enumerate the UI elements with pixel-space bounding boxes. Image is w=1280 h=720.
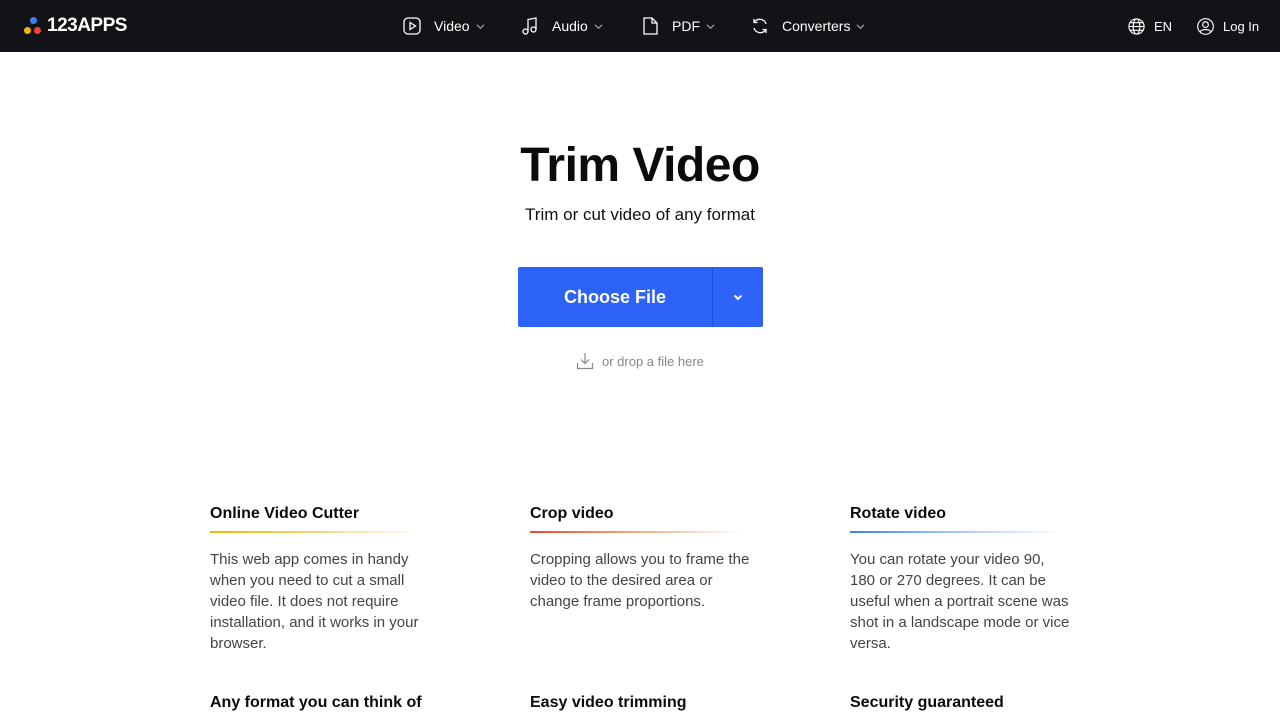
drop-hint-text: or drop a file here	[602, 353, 704, 369]
feature-title: Rotate video	[850, 505, 947, 522]
feature-title: Online Video Cutter	[210, 505, 360, 522]
language-label: EN	[1154, 18, 1173, 34]
document-icon	[643, 17, 658, 35]
nav-video[interactable]: Video	[402, 0, 485, 52]
language-selector[interactable]: EN	[1127, 0, 1172, 52]
user-icon	[1197, 17, 1214, 35]
play-square-icon	[403, 17, 421, 35]
logo-dots-icon	[24, 17, 43, 35]
globe-icon	[1128, 17, 1145, 35]
chevron-down-icon	[594, 23, 603, 29]
feature-accent-line	[530, 531, 742, 533]
feature-title: Any format you can think of	[210, 694, 422, 711]
choose-file-group: Choose File	[518, 267, 763, 327]
feature-title: Crop video	[530, 505, 614, 522]
feature-security: Security guaranteed	[850, 693, 1070, 713]
page-subtitle: Trim or cut video of any format	[525, 205, 755, 224]
source-dropdown-button[interactable]	[713, 267, 763, 327]
nav-converters[interactable]: Converters	[750, 0, 865, 52]
feature-accent-line	[850, 531, 1062, 533]
nav-video-label: Video	[434, 18, 470, 34]
feature-online-video-cutter: Online Video Cutter This web app comes i…	[210, 504, 430, 654]
feature-text: You can rotate your video 90, 180 or 270…	[850, 551, 1070, 652]
convert-arrows-icon	[753, 18, 767, 34]
feature-easy-trimming: Easy video trimming	[530, 693, 750, 713]
drop-zone-hint[interactable]: or drop a file here	[575, 350, 704, 372]
nav-pdf[interactable]: PDF	[640, 0, 715, 52]
feature-text: This web app comes in handy when you nee…	[210, 551, 419, 652]
nav-audio[interactable]: Audio	[520, 0, 603, 52]
chevron-down-icon	[856, 23, 865, 29]
feature-crop-video: Crop video Cropping allows you to frame …	[530, 504, 750, 612]
login-button[interactable]: Log In	[1196, 0, 1259, 52]
feature-rotate-video: Rotate video You can rotate your video 9…	[850, 504, 1070, 654]
logo[interactable]: 123APPS	[24, 15, 127, 37]
logo-text: 123APPS	[47, 15, 127, 36]
download-tray-icon	[576, 353, 594, 370]
music-note-icon	[522, 17, 537, 35]
feature-text: Cropping allows you to frame the video t…	[530, 551, 750, 610]
feature-accent-line	[210, 531, 422, 533]
nav-converters-label: Converters	[782, 18, 851, 34]
page-title: Trim Video	[520, 139, 760, 192]
chevron-down-icon	[476, 23, 485, 29]
nav-audio-label: Audio	[552, 18, 588, 34]
chevron-down-icon	[733, 294, 743, 301]
feature-any-format: Any format you can think of	[210, 693, 430, 713]
feature-title: Easy video trimming	[530, 694, 687, 711]
nav-pdf-label: PDF	[672, 18, 700, 34]
chevron-down-icon	[706, 23, 715, 29]
feature-title: Security guaranteed	[850, 694, 1004, 711]
top-header: 123APPS Video Audio PDF Converters EN Lo…	[0, 0, 1280, 52]
choose-file-button[interactable]: Choose File	[518, 267, 712, 327]
login-label: Log In	[1223, 18, 1260, 34]
